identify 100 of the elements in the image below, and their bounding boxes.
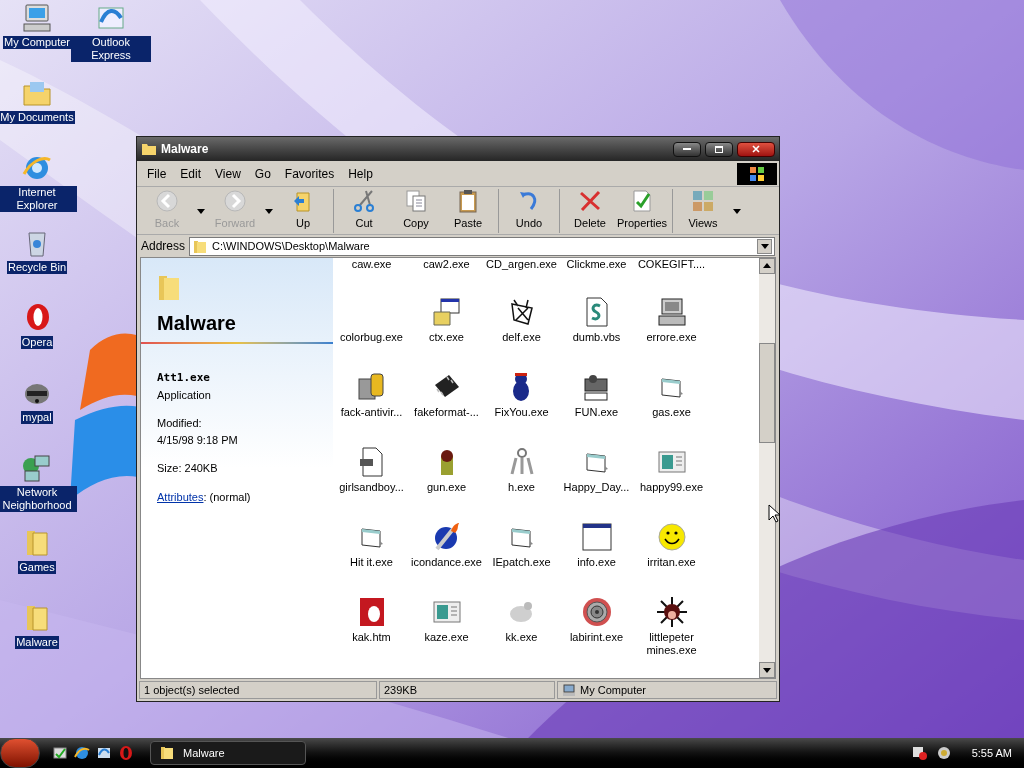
- box-icon: [430, 296, 463, 328]
- toolbar-button[interactable]: Paste: [442, 188, 494, 233]
- folder-icon: [141, 141, 157, 157]
- computer-icon: [562, 683, 576, 697]
- minimize-button[interactable]: [673, 141, 701, 157]
- toolbar-button[interactable]: Undo: [503, 188, 555, 233]
- file-type: Application: [157, 387, 212, 403]
- file-label[interactable]: COKEGIFT....: [634, 258, 709, 272]
- file-size: Size: 240KB: [157, 461, 219, 476]
- tray-icon[interactable]: [935, 745, 952, 761]
- dropdown-button[interactable]: [757, 238, 772, 254]
- desktop-icon-label[interactable]: Opera: [20, 336, 54, 349]
- file-label[interactable]: dumb.vbs: [560, 331, 633, 344]
- status-location: My Computer: [580, 682, 647, 698]
- toolbar-button[interactable]: Cut: [338, 188, 390, 233]
- file-label[interactable]: errore.exe: [635, 331, 708, 344]
- desktop-icon-label[interactable]: Network Neighborhood: [0, 486, 77, 512]
- menu-item[interactable]: Go: [248, 164, 277, 183]
- desktop-icon-label[interactable]: Games: [18, 561, 56, 574]
- file-label[interactable]: FixYou.exe: [485, 406, 558, 419]
- forward-icon: [223, 189, 247, 214]
- file-label[interactable]: labirint.exe: [560, 631, 633, 644]
- window-title: Malware: [161, 141, 210, 158]
- file-label[interactable]: info.exe: [560, 556, 633, 569]
- file-label[interactable]: fack-antivir...: [335, 406, 408, 419]
- file-label[interactable]: Happy_Day...: [560, 481, 633, 494]
- file-label[interactable]: delf.exe: [485, 331, 558, 344]
- caret-icon: [760, 242, 769, 250]
- toolbar-button[interactable]: Up: [277, 188, 329, 233]
- modified-label: Modified:: [157, 416, 203, 431]
- menu-item[interactable]: Edit: [174, 164, 208, 183]
- file-label[interactable]: caw.exe: [334, 258, 409, 272]
- toolbar-button[interactable]: Delete: [564, 188, 616, 233]
- attributes-value: : (normal): [203, 489, 251, 505]
- desktop-icon-label[interactable]: Outlook Express: [71, 36, 151, 62]
- desktop-icon-label[interactable]: Internet Explorer: [0, 186, 77, 212]
- file-label[interactable]: kk.exe: [485, 631, 558, 644]
- file-label[interactable]: gas.exe: [635, 406, 708, 419]
- start-button[interactable]: [0, 738, 40, 768]
- file-name: Att1.exe: [157, 370, 211, 386]
- maximize-button[interactable]: [705, 141, 733, 157]
- address-field[interactable]: C:\WINDOWS\Desktop\Malware: [189, 236, 775, 256]
- globe-icon[interactable]: [74, 745, 90, 761]
- file-label[interactable]: Hit it.exe: [335, 556, 408, 569]
- desktop-icon-label[interactable]: My Documents: [0, 111, 75, 124]
- file-label[interactable]: ctx.exe: [410, 331, 483, 344]
- file-label[interactable]: IEpatch.exe: [485, 556, 558, 569]
- file-label[interactable]: girlsandboy...: [335, 481, 408, 494]
- folder-icon: [192, 238, 209, 254]
- menu-item[interactable]: Favorites: [278, 164, 341, 183]
- opera-icon[interactable]: [118, 745, 134, 761]
- modified-date: 4/15/98 9:18 PM: [157, 432, 239, 448]
- properties-icon: [630, 189, 654, 214]
- menu-item[interactable]: File: [141, 164, 173, 183]
- file-label[interactable]: colorbug.exe: [335, 331, 408, 344]
- file-label[interactable]: kaze.exe: [410, 631, 483, 644]
- copy-icon: [404, 189, 428, 214]
- clipboard-icon: [456, 189, 480, 214]
- desktop-icon-label[interactable]: Recycle Bin: [6, 261, 68, 274]
- status-size: 239KB: [379, 680, 555, 700]
- status-text: 1 object(s) selected: [139, 680, 377, 700]
- scroll-down-button[interactable]: [759, 662, 775, 678]
- menu-item[interactable]: Help: [342, 164, 379, 183]
- file-label[interactable]: CD_argen.exe: [484, 258, 559, 272]
- file-label[interactable]: caw2.exe: [409, 258, 484, 272]
- menu-item[interactable]: View: [209, 164, 247, 183]
- desktop-icon-label[interactable]: mypal: [21, 411, 53, 424]
- scroll-thumb[interactable]: [759, 343, 775, 443]
- file-label[interactable]: FUN.exe: [560, 406, 633, 419]
- tray-icon[interactable]: [911, 745, 928, 761]
- computer-icon: [21, 2, 53, 34]
- toolbar-button[interactable]: Views: [677, 188, 729, 233]
- taskbar-button[interactable]: Malware: [150, 741, 306, 765]
- file-label[interactable]: kak.htm: [335, 631, 408, 644]
- file-label[interactable]: Clickme.exe: [559, 258, 634, 272]
- toolbar-button[interactable]: Properties: [616, 188, 668, 233]
- up-arrow-icon: [763, 262, 771, 270]
- close-button[interactable]: [737, 141, 775, 157]
- scrollbar[interactable]: [759, 258, 775, 678]
- network-icon: [21, 452, 53, 484]
- mine-icon: [655, 596, 688, 628]
- scissors-icon: [352, 189, 376, 214]
- scroll-up-button[interactable]: [759, 258, 775, 274]
- file-label[interactable]: happy99.exe: [635, 481, 708, 494]
- file-label[interactable]: littlepeter mines.exe: [635, 631, 708, 657]
- folder-heading: Malware: [157, 311, 237, 336]
- flag-icon: [749, 165, 765, 182]
- file-label[interactable]: h.exe: [485, 481, 558, 494]
- address-label: Address: [141, 238, 186, 255]
- desktop-icon-label[interactable]: My Computer: [3, 36, 71, 49]
- file-label[interactable]: icondance.exe: [410, 556, 483, 569]
- delete-icon: [578, 189, 602, 214]
- clock: 5:55 AM: [971, 745, 1012, 761]
- toolbar-button[interactable]: Copy: [390, 188, 442, 233]
- folder-icon: [159, 745, 175, 761]
- desktop-icon-label[interactable]: Malware: [15, 636, 59, 649]
- file-label[interactable]: fakeformat-...: [410, 406, 483, 419]
- file-label[interactable]: irritan.exe: [635, 556, 708, 569]
- file-label[interactable]: gun.exe: [410, 481, 483, 494]
- window-icon: [580, 521, 613, 553]
